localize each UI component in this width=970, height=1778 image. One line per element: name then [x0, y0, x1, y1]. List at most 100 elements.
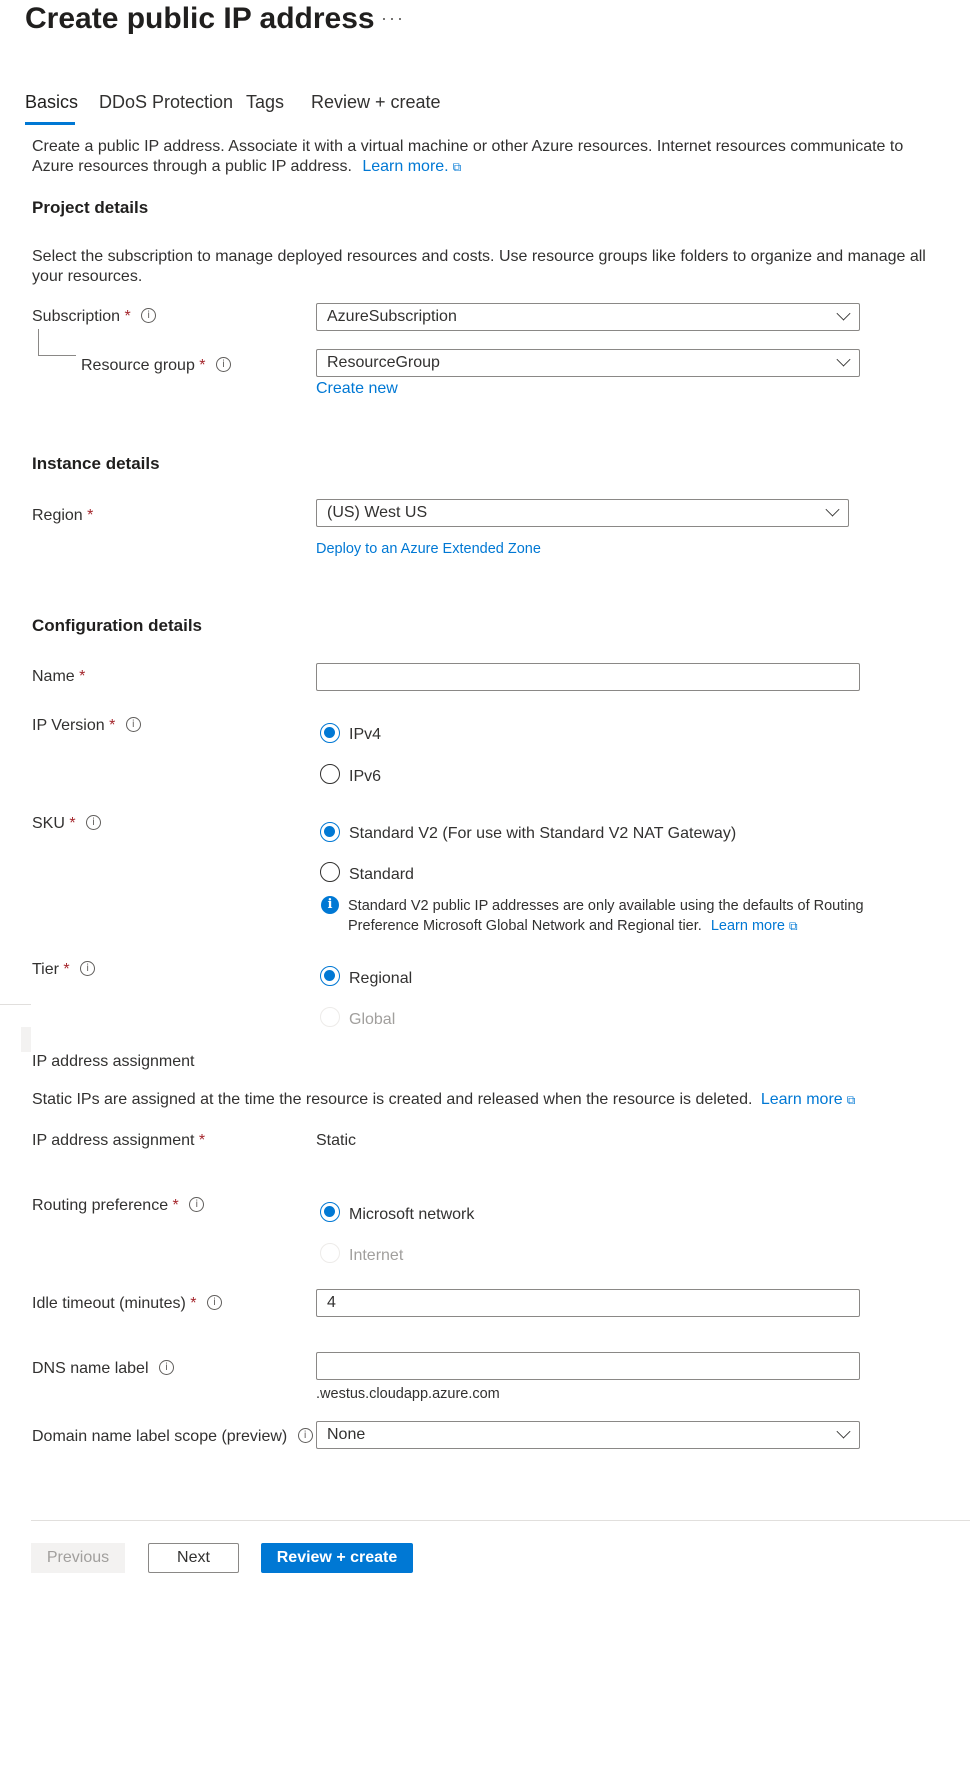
tier-label: Tier * i — [32, 961, 96, 979]
required-marker: * — [172, 1197, 179, 1214]
external-link-icon: ⧉ — [846, 1093, 856, 1107]
info-icon[interactable]: i — [125, 717, 141, 733]
subscription-label: Subscription * i — [32, 308, 157, 326]
ipv6-label: IPv6 — [349, 768, 382, 785]
domain-label-scope-label: Domain name label scope (preview) i — [32, 1428, 313, 1446]
info-icon[interactable]: i — [215, 357, 231, 373]
ipv4-radio[interactable] — [320, 723, 340, 743]
info-filled-icon: i — [321, 896, 339, 914]
next-button[interactable]: Next — [148, 1543, 239, 1573]
required-marker: * — [190, 1295, 197, 1312]
region-label-text: Region — [32, 507, 83, 524]
required-marker: * — [109, 717, 116, 734]
sku-info-line2: Preference Microsoft Global Network and … — [348, 916, 798, 936]
chevron-down-icon — [836, 1424, 851, 1439]
domain-label-scope-label-text: Domain name label scope (preview) — [32, 1428, 288, 1445]
required-marker: * — [79, 668, 86, 685]
extended-zone-link[interactable]: Deploy to an Azure Extended Zone — [316, 541, 541, 557]
project-desc-line1: Select the subscription to manage deploy… — [32, 248, 926, 265]
required-marker: * — [198, 1132, 206, 1149]
resource-group-select[interactable]: ResourceGroup — [316, 349, 860, 377]
idle-timeout-input[interactable]: 4 — [316, 1289, 860, 1317]
info-icon[interactable]: i — [189, 1197, 205, 1213]
sku-label: SKU * i — [32, 815, 102, 833]
chevron-down-icon — [836, 306, 851, 321]
tab-basics[interactable]: Basics — [25, 92, 78, 113]
sku-info-text: Preference Microsoft Global Network and … — [348, 918, 702, 934]
dns-suffix: .westus.cloudapp.azure.com — [316, 1386, 500, 1402]
sku-info-line1: Standard V2 public IP addresses are only… — [348, 898, 864, 914]
external-link-icon: ⧉ — [452, 160, 462, 174]
required-marker: * — [63, 961, 70, 978]
ipv6-radio[interactable] — [320, 764, 340, 784]
tab-review-create[interactable]: Review + create — [311, 92, 441, 113]
ipv4-label: IPv4 — [349, 726, 382, 743]
ip-assignment-label: IP address assignment * — [32, 1132, 205, 1150]
ip-assignment-desc-text: Static IPs are assigned at the time the … — [32, 1091, 753, 1108]
routing-preference-label-text: Routing preference — [32, 1197, 169, 1214]
routing-internet-label: Internet — [349, 1247, 404, 1264]
page-title: Create public IP address — [25, 2, 375, 35]
active-tab-indicator — [25, 122, 75, 125]
info-icon[interactable]: i — [158, 1360, 174, 1376]
name-label-text: Name — [32, 668, 75, 685]
project-desc-line2: your resources. — [32, 268, 143, 285]
required-marker: * — [199, 357, 206, 374]
resource-group-label: Resource group * i — [81, 357, 231, 375]
info-icon[interactable]: i — [80, 961, 96, 977]
intro-text-line1: Create a public IP address. Associate it… — [32, 138, 904, 155]
tier-label-text: Tier — [32, 961, 59, 978]
chevron-down-icon — [836, 352, 851, 367]
more-options-button[interactable]: ··· — [381, 8, 405, 29]
configuration-details-heading: Configuration details — [32, 616, 202, 635]
routing-microsoft-radio[interactable] — [320, 1202, 340, 1222]
sku-learn-more-link[interactable]: Learn more — [711, 918, 785, 934]
tier-regional-label: Regional — [349, 970, 413, 987]
dns-name-label: DNS name label i — [32, 1360, 174, 1378]
tier-global-label: Global — [349, 1011, 396, 1028]
ip-assignment-learn-more-link[interactable]: Learn more — [761, 1091, 843, 1108]
routing-internet-radio[interactable] — [320, 1243, 340, 1263]
subscription-label-text: Subscription — [32, 308, 121, 325]
routing-microsoft-label: Microsoft network — [349, 1206, 475, 1223]
footer-divider — [31, 1520, 970, 1521]
tree-connector-horizontal — [38, 355, 76, 356]
previous-button[interactable]: Previous — [31, 1543, 125, 1573]
tier-global-radio[interactable] — [320, 1007, 340, 1027]
learn-more-link[interactable]: Learn more. — [362, 158, 448, 175]
routing-preference-label: Routing preference * i — [32, 1197, 205, 1215]
instance-details-heading: Instance details — [32, 454, 160, 473]
ip-assignment-heading: IP address assignment — [32, 1053, 195, 1070]
sku-label-text: SKU — [32, 815, 65, 832]
info-icon[interactable]: i — [297, 1428, 313, 1444]
domain-label-scope-select[interactable]: None — [316, 1421, 860, 1449]
tab-ddos-protection[interactable]: DDoS Protection — [99, 92, 233, 113]
review-create-button[interactable]: Review + create — [261, 1543, 413, 1573]
subscription-select[interactable]: AzureSubscription — [316, 303, 860, 331]
sku-standard-radio[interactable] — [320, 862, 340, 882]
divider — [21, 1027, 31, 1052]
ip-assignment-desc: Static IPs are assigned at the time the … — [32, 1089, 855, 1111]
ip-assignment-label-text: IP address assignment — [32, 1132, 195, 1149]
tab-tags[interactable]: Tags — [246, 92, 284, 113]
ip-assignment-value: Static — [316, 1132, 357, 1149]
project-details-heading: Project details — [32, 198, 149, 217]
resource-group-label-text: Resource group — [81, 357, 195, 374]
info-icon[interactable]: i — [141, 308, 157, 324]
sku-standard-v2-radio[interactable] — [320, 822, 340, 842]
info-icon[interactable]: i — [206, 1295, 222, 1311]
intro-text-line2: Azure resources through a public IP addr… — [32, 156, 461, 178]
required-marker: * — [124, 308, 131, 325]
region-label: Region * — [32, 507, 93, 525]
name-input[interactable] — [316, 663, 860, 691]
tree-connector-vertical — [38, 329, 39, 355]
subscription-value: AzureSubscription — [327, 308, 457, 325]
create-new-link[interactable]: Create new — [316, 380, 398, 398]
chevron-down-icon — [825, 502, 840, 517]
tier-regional-radio[interactable] — [320, 966, 340, 986]
required-marker: * — [69, 815, 76, 832]
dns-name-input[interactable] — [316, 1352, 860, 1380]
region-select[interactable]: (US) West US — [316, 499, 849, 527]
info-icon[interactable]: i — [86, 815, 102, 831]
region-value: (US) West US — [327, 504, 428, 521]
